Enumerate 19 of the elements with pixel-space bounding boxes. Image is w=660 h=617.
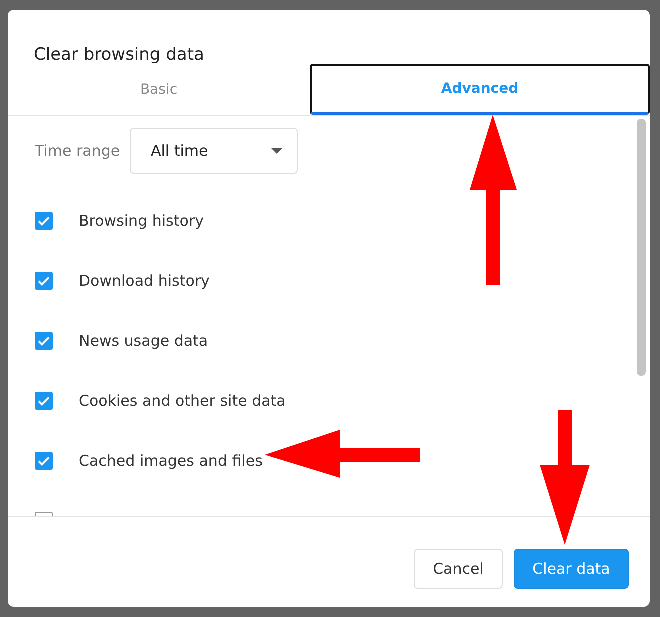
checkbox[interactable] <box>35 452 53 470</box>
checkbox-label: Cookies and other site data <box>79 392 286 410</box>
caret-icon <box>271 148 283 154</box>
tab[interactable]: Advanced <box>310 64 650 115</box>
clear-data-button[interactable]: Clear data <box>514 549 629 589</box>
time-range-label: Time range <box>35 142 122 160</box>
scrollbar-thumb[interactable] <box>637 119 646 376</box>
time-range-dropdown[interactable]: All time <box>130 128 298 174</box>
checkbox-label: News usage data <box>79 332 208 350</box>
checkbox[interactable] <box>35 332 53 350</box>
dialog-title: Clear browsing data <box>34 44 204 66</box>
checkbox-label: Download history <box>79 272 210 290</box>
checkbox-label: Browsing history <box>79 212 204 230</box>
checkbox[interactable] <box>35 272 53 290</box>
tab[interactable]: Basic <box>8 64 310 115</box>
checkbox[interactable] <box>35 392 53 410</box>
checkbox-label: Cached images and files <box>79 452 263 470</box>
checkbox[interactable] <box>35 212 53 230</box>
cancel-button[interactable]: Cancel <box>414 549 503 589</box>
